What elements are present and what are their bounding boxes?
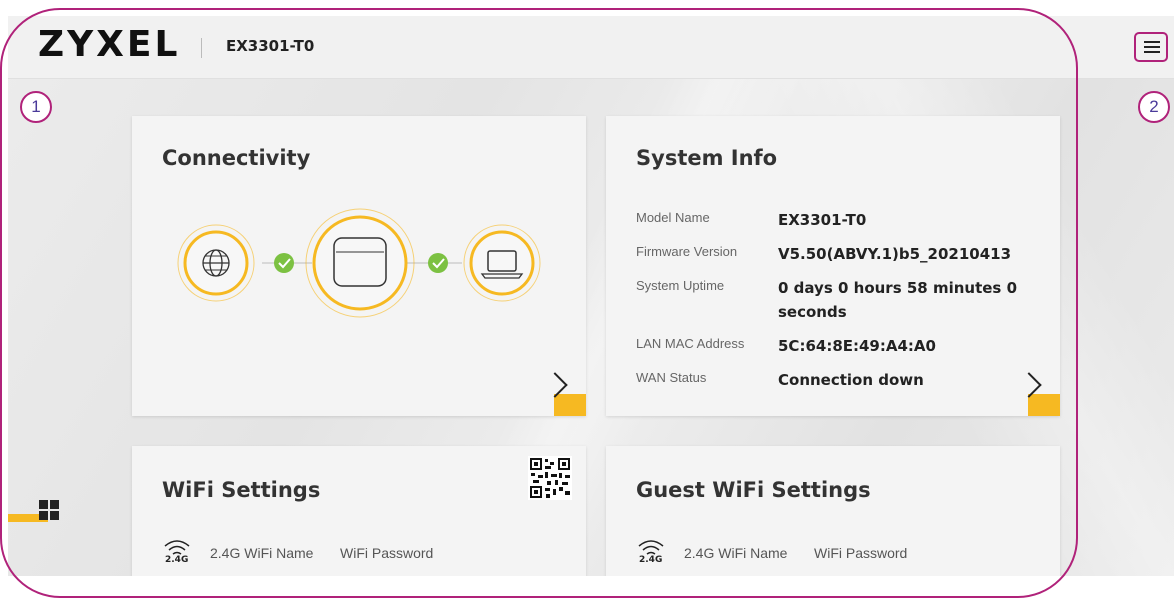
wifi-settings-title: WiFi Settings — [162, 478, 321, 502]
info-value: Connection down — [778, 371, 924, 389]
info-label: System Uptime — [636, 278, 725, 293]
info-row: WAN Status Connection down — [636, 368, 1056, 392]
info-label: Model Name — [636, 210, 710, 225]
info-value: V5.50(ABVY.1)b5_20210413 — [778, 245, 1012, 263]
hamburger-menu-button[interactable] — [1134, 32, 1168, 62]
grid-view-icon[interactable] — [39, 500, 59, 520]
info-row: Model Name EX3301-T0 — [636, 208, 1056, 232]
annotation-marker-2: 2 — [1138, 91, 1170, 123]
info-value: 0 days 0 hours 58 minutes 0 seconds — [778, 279, 1018, 321]
annotation-marker-1: 1 — [20, 91, 52, 123]
laptop-icon — [463, 224, 541, 302]
connectivity-card[interactable]: Connectivity — [132, 116, 586, 416]
info-label: Firmware Version — [636, 244, 738, 259]
top-header: ZYXEL EX3301-T0 — [8, 16, 1174, 79]
guest-wifi-info-row: 2.4G 2.4G WiFi Name WiFi Password — [636, 538, 907, 568]
system-info-title: System Info — [636, 146, 778, 170]
system-info-table: Model Name EX3301-T0 Firmware Version V5… — [636, 208, 1056, 402]
wifi-icon: 2.4G — [636, 538, 666, 568]
system-info-next-button[interactable] — [1016, 372, 1060, 416]
brand-logo: ZYXEL — [38, 24, 181, 65]
check-circle-icon-2 — [428, 253, 448, 273]
connectivity-diagram — [177, 208, 541, 318]
info-row: System Uptime 0 days 0 hours 58 minutes … — [636, 276, 1056, 324]
wifi-icon: 2.4G — [162, 538, 192, 568]
wifi-password-label: WiFi Password — [814, 545, 908, 561]
guest-wifi-settings-title: Guest WiFi Settings — [636, 478, 871, 502]
info-row: Firmware Version V5.50(ABVY.1)b5_2021041… — [636, 242, 1056, 266]
wifi-name-label: 2.4G WiFi Name — [684, 545, 788, 561]
info-row: LAN MAC Address 5C:64:8E:49:A4:A0 — [636, 334, 1056, 358]
hamburger-menu-icon — [1144, 41, 1160, 53]
header-divider — [201, 38, 202, 58]
check-circle-icon — [274, 253, 294, 273]
router-dashboard: ZYXEL EX3301-T0 Connectivity System Info… — [8, 16, 1174, 576]
connectivity-title: Connectivity — [162, 146, 311, 170]
wifi-info-row: 2.4G 2.4G WiFi Name WiFi Password — [162, 538, 433, 568]
qr-code-icon[interactable] — [528, 456, 572, 500]
info-label: WAN Status — [636, 370, 707, 385]
wifi-settings-card[interactable]: WiFi Settings 2.4G 2.4G WiFi Name WiFi P… — [132, 446, 586, 576]
system-info-card[interactable]: System Info Model Name EX3301-T0 Firmwar… — [606, 116, 1060, 416]
info-value: EX3301-T0 — [778, 211, 867, 229]
globe-icon — [177, 224, 255, 302]
wifi-name-label: 2.4G WiFi Name — [210, 545, 314, 561]
info-label: LAN MAC Address — [636, 336, 745, 351]
connectivity-next-button[interactable] — [542, 372, 586, 416]
info-value: 5C:64:8E:49:A4:A0 — [778, 337, 936, 355]
router-icon — [305, 208, 415, 318]
wifi-band-label: 2.4G — [639, 555, 663, 565]
device-model: EX3301-T0 — [226, 37, 315, 55]
wifi-band-label: 2.4G — [165, 555, 189, 565]
wifi-password-label: WiFi Password — [340, 545, 434, 561]
guest-wifi-settings-card[interactable]: Guest WiFi Settings 2.4G 2.4G WiFi Name … — [606, 446, 1060, 576]
